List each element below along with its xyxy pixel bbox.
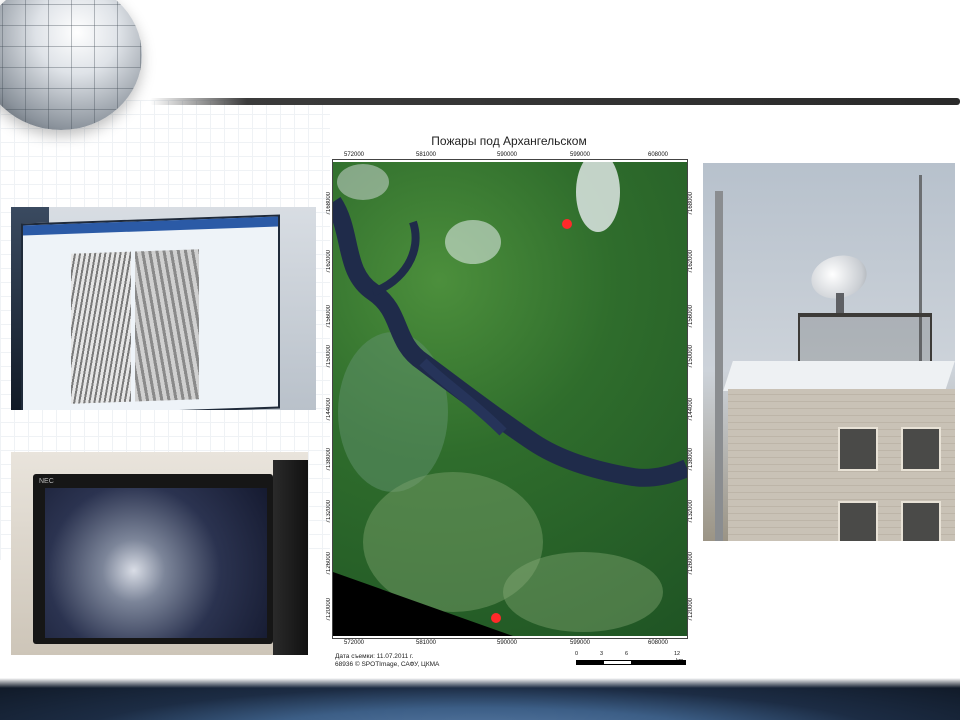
map-y-tick-right: 7150000 xyxy=(688,345,694,369)
map-scale-label: 0 xyxy=(575,651,579,657)
map-x-tick-bottom: 608000 xyxy=(648,640,669,646)
map-x-tick-top: 608000 xyxy=(648,152,669,158)
map-caption-date: Дата съемки: 11.07.2011 г. xyxy=(335,653,414,660)
photo-screen xyxy=(21,214,280,410)
map-x-tick-top: 599000 xyxy=(570,152,591,158)
satellite-map-svg xyxy=(333,162,687,636)
map-y-tick-left: 7132000 xyxy=(326,500,332,524)
photo-monitor-display xyxy=(45,488,267,638)
photo-monitor-brand: NEC xyxy=(39,478,54,485)
photo-radar-image-right xyxy=(135,249,199,402)
map-y-tick-left: 7144000 xyxy=(326,398,332,422)
map-x-tick-bottom: 572000 xyxy=(344,640,365,646)
map-urban-area xyxy=(338,332,448,492)
map-smoke-plume xyxy=(445,220,501,264)
satellite-map-frame xyxy=(332,159,688,639)
photo-snowy-roof xyxy=(723,361,955,391)
map-y-tick-right: 7120000 xyxy=(688,598,694,622)
header-divider xyxy=(150,98,960,105)
map-y-tick-right: 7168000 xyxy=(688,192,694,216)
photo-monitor-software xyxy=(11,207,316,410)
map-y-tick-right: 7156000 xyxy=(688,305,694,329)
map-fire-marker xyxy=(562,219,572,229)
map-river-branch xyxy=(371,220,420,296)
map-y-tick-left: 7138000 xyxy=(326,448,332,472)
map-y-tick-right: 7162000 xyxy=(688,250,694,274)
photo-dish-stand xyxy=(836,293,844,315)
map-smoke-plume xyxy=(337,164,389,200)
map-x-tick-top: 581000 xyxy=(416,152,437,158)
photo-nec-monitor: NEC xyxy=(11,452,308,655)
photo-radar-image-left xyxy=(71,251,131,404)
map-y-tick-right: 7126000 xyxy=(688,552,694,576)
satellite-map-image xyxy=(333,162,687,636)
photo-rooftop-platform xyxy=(798,313,932,364)
photo-window xyxy=(838,501,878,541)
photo-window-titlebar xyxy=(23,216,278,236)
map-caption-copyright: 68936 © SPOTImage, САФУ, ЦКМА xyxy=(335,661,440,668)
map-y-tick-left: 7126000 xyxy=(326,552,332,576)
map-scale-label: 3 xyxy=(600,651,604,657)
earth-horizon-footer xyxy=(0,678,960,720)
map-scale-label: 12 xyxy=(674,651,681,657)
map-y-tick-left: 7168000 xyxy=(326,192,332,216)
map-fire-marker xyxy=(491,613,501,623)
map-y-tick-right: 7144000 xyxy=(688,398,694,422)
map-title: Пожары под Архангельском xyxy=(431,134,587,148)
photo-pole xyxy=(715,191,723,541)
map-x-tick-top: 572000 xyxy=(344,152,365,158)
map-smoke-plume xyxy=(576,162,620,232)
map-x-tick-bottom: 599000 xyxy=(570,640,591,646)
photo-pc-tower xyxy=(273,460,308,655)
map-x-tick-top: 590000 xyxy=(497,152,518,158)
map-scale-bar xyxy=(576,660,686,665)
map-y-tick-left: 7120000 xyxy=(326,598,332,622)
map-open-land xyxy=(503,552,663,632)
map-y-tick-left: 7156000 xyxy=(326,305,332,329)
map-y-tick-right: 7138000 xyxy=(688,448,694,472)
map-y-tick-right: 7132000 xyxy=(688,500,694,524)
photo-window xyxy=(838,427,878,471)
photo-receiving-station xyxy=(703,163,955,541)
map-scale-label: 6 xyxy=(625,651,629,657)
photo-window xyxy=(901,501,941,541)
map-x-tick-bottom: 590000 xyxy=(497,640,518,646)
map-x-tick-bottom: 581000 xyxy=(416,640,437,646)
map-y-tick-left: 7162000 xyxy=(326,250,332,274)
map-y-tick-left: 7150000 xyxy=(326,345,332,369)
photo-window xyxy=(901,427,941,471)
